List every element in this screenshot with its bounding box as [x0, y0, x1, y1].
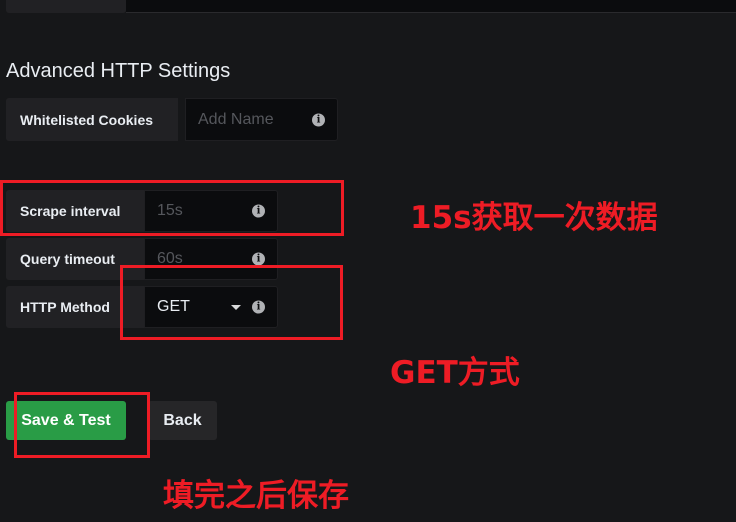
info-circle-icon[interactable]: i: [252, 252, 265, 266]
annotation-save-note: 填完之后保存: [163, 478, 349, 514]
annotation-box-method: [120, 265, 343, 340]
back-button[interactable]: Back: [148, 401, 217, 440]
annotation-box-save: [14, 392, 150, 458]
whitelisted-cookies-placeholder: Add Name: [198, 110, 274, 128]
annotation-box-scrape: [0, 180, 344, 236]
previous-panel-input[interactable]: [126, 0, 736, 13]
info-circle-icon[interactable]: i: [312, 113, 325, 126]
previous-panel-label: [6, 0, 126, 13]
whitelisted-cookies-label: Whitelisted Cookies: [6, 98, 178, 141]
annotation-method-note: GET方式: [390, 355, 520, 391]
whitelisted-cookies-input[interactable]: Add Name i: [185, 98, 338, 141]
annotation-scrape-note: 15s获取一次数据: [410, 200, 658, 236]
section-title: Advanced HTTP Settings: [6, 60, 231, 82]
